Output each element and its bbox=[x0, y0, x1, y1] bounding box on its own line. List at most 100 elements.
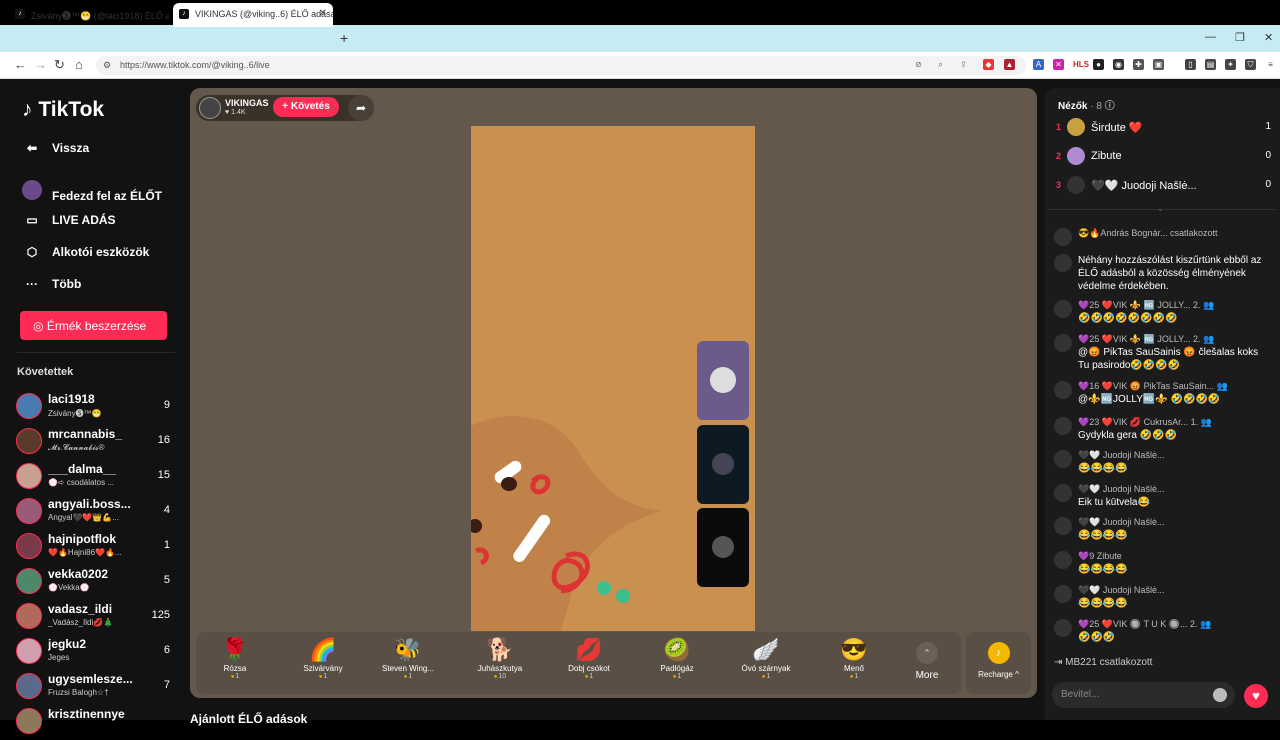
message-header[interactable]: 🖤🤍 Juodoji Našlė... bbox=[1078, 450, 1268, 461]
share-icon[interactable]: ➦ bbox=[348, 95, 374, 121]
top-viewer[interactable]: 3 🖤🤍 Juodoji Našlė... 0 bbox=[1056, 175, 1271, 197]
following-item[interactable]: hajnipotflok ❤️🔥Hajni86❤️🔥... 1 bbox=[16, 531, 176, 565]
chat-extension-icon[interactable]: ◉ bbox=[1113, 59, 1124, 70]
avatar[interactable] bbox=[1054, 300, 1072, 318]
guest-video-thumbnail[interactable] bbox=[697, 425, 749, 504]
chat-input[interactable]: Bevitel... bbox=[1052, 682, 1235, 708]
menu-icon[interactable]: ≡ bbox=[1265, 59, 1276, 70]
avatar[interactable] bbox=[1054, 254, 1072, 272]
get-coins-button[interactable]: ◎ Érmék beszerzése bbox=[20, 311, 167, 340]
message-header[interactable]: 💜9 Zibute bbox=[1078, 551, 1268, 562]
host-avatar[interactable] bbox=[199, 97, 221, 119]
close-tab-icon[interactable]: ✕ bbox=[319, 8, 327, 19]
host-name[interactable]: VIKINGAS bbox=[225, 98, 269, 108]
message-header[interactable]: 😎🔥András Bognár... csatlakozott bbox=[1078, 228, 1268, 239]
avatar[interactable] bbox=[1054, 417, 1072, 435]
tiktok-logo[interactable]: ♪ TikTok bbox=[22, 98, 104, 122]
translate-extension-icon[interactable]: A bbox=[1033, 59, 1044, 70]
avatar[interactable] bbox=[1054, 381, 1072, 399]
gift-item[interactable]: 🌹 Rózsa1 bbox=[196, 636, 274, 692]
info-icon[interactable]: ⓘ bbox=[1105, 101, 1115, 112]
gift-item[interactable]: 😎 Menő1 bbox=[815, 636, 893, 692]
following-item[interactable]: krisztinennye bbox=[16, 706, 176, 740]
avatar[interactable] bbox=[1054, 450, 1072, 468]
new-tab-icon[interactable]: + bbox=[340, 30, 348, 46]
capture-extension-icon[interactable]: ▣ bbox=[1153, 59, 1164, 70]
following-item[interactable]: vadasz_ildi _Vadász_Ildi💋🎄 125 bbox=[16, 601, 176, 635]
following-item[interactable]: jegku2 Jeges 6 bbox=[16, 636, 176, 670]
top-viewer[interactable]: 2 Zibute 0 bbox=[1056, 146, 1271, 168]
sidebar-icon[interactable]: ▯ bbox=[1185, 59, 1196, 70]
puzzle-extension-icon[interactable]: ✚ bbox=[1133, 59, 1144, 70]
translate-icon[interactable]: ⊘ bbox=[913, 59, 924, 70]
gift-item[interactable]: 💋 Dobj csókot1 bbox=[550, 636, 628, 692]
x-extension-icon[interactable]: ✕ bbox=[1053, 59, 1064, 70]
following-item[interactable]: vekka0202 💮Vekka💮 5 bbox=[16, 566, 176, 600]
gift-item[interactable]: 🪽 Óvó szárnyak1 bbox=[727, 636, 805, 692]
gift-item[interactable]: 🥝 Padlógáz1 bbox=[638, 636, 716, 692]
maximize-icon[interactable]: ❐ bbox=[1235, 31, 1245, 44]
avatar[interactable] bbox=[1054, 551, 1072, 569]
sidebar-item-creator-tools[interactable]: ⬡ Alkotói eszközök bbox=[22, 245, 150, 259]
avatar[interactable] bbox=[1054, 334, 1072, 352]
message-header[interactable]: 💜25 ❤️VIK 🔘 T U K 🔘... 2. 👥 bbox=[1078, 619, 1268, 630]
gift-item[interactable]: 🌈 Szivárvány1 bbox=[284, 636, 362, 692]
following-item[interactable]: angyali.boss... Angyal🖤❤️👑💪... 4 bbox=[16, 496, 176, 530]
share-page-icon[interactable]: ⇪ bbox=[958, 59, 969, 70]
following-item[interactable]: ___dalma__ 💮➪ csodálatos ... 15 bbox=[16, 461, 176, 495]
emoji-icon[interactable] bbox=[1213, 688, 1227, 702]
following-item[interactable]: mrcannabis_ 𝓜𝓻.𝓒𝓪𝓷𝓷𝓪𝓫𝓲𝓼® 16 bbox=[16, 426, 176, 460]
circle-extension-icon[interactable]: ● bbox=[1093, 59, 1104, 70]
guest-video-thumbnail[interactable] bbox=[697, 508, 749, 587]
sidebar-item-explore-live[interactable]: Fedezd fel az ÉLŐT bbox=[22, 180, 162, 203]
message-header[interactable]: 🖤🤍 Juodoji Našlė... bbox=[1078, 517, 1268, 528]
wallet-icon[interactable]: ▤ bbox=[1205, 59, 1216, 70]
zoom-icon[interactable]: ⌕ bbox=[935, 59, 946, 70]
shield-icon[interactable]: ⛉ bbox=[1245, 59, 1256, 70]
collections-icon[interactable]: ✦ bbox=[1225, 59, 1236, 70]
reload-icon[interactable]: ↻ bbox=[54, 57, 65, 73]
forward-icon[interactable]: → bbox=[34, 57, 47, 72]
gift-item[interactable]: 🐝 Steven Wing...1 bbox=[369, 636, 447, 692]
message-header[interactable]: 💜25 ❤️VIK ⚜️ 🆖 JOLLY... 2. 👥 bbox=[1078, 334, 1268, 345]
follow-button[interactable]: + Követés bbox=[273, 97, 339, 117]
message-header[interactable]: 💜16 ❤️VIK 😡 PikTas SauSain... 👥 bbox=[1078, 381, 1268, 392]
adblock-extension-icon[interactable]: ◆ bbox=[983, 59, 994, 70]
minimize-icon[interactable]: — bbox=[1205, 31, 1216, 43]
browser-tab-active[interactable]: ♪ VIKINGAS (@viking..6) ÉLŐ adása ✕ bbox=[173, 3, 333, 27]
heart-icon[interactable]: ♥ bbox=[1244, 684, 1268, 708]
sidebar-item-more[interactable]: ··· Több bbox=[22, 277, 81, 291]
following-item[interactable]: ugysemlesze... Fruzsi Balogh☆† 7 bbox=[16, 671, 176, 705]
avatar[interactable] bbox=[1054, 228, 1072, 246]
gift-item[interactable]: 🐕 Juhászkutya10 bbox=[461, 636, 539, 692]
guest-video-thumbnail[interactable] bbox=[697, 341, 749, 420]
url-field[interactable]: ⚙ https://www.tiktok.com/@viking..6/live bbox=[96, 56, 1026, 75]
message-header[interactable]: 💜23 ❤️VIK 💋 CukrusAr... 1. 👥 bbox=[1078, 417, 1268, 428]
avatar[interactable] bbox=[1054, 484, 1072, 502]
gift-price: 1 bbox=[550, 673, 628, 680]
avatar[interactable] bbox=[1054, 585, 1072, 603]
hls-extension-icon[interactable]: HLS bbox=[1073, 59, 1089, 70]
message-header[interactable]: 🖤🤍 Juodoji Našlė... bbox=[1078, 484, 1268, 495]
browser-tab[interactable]: ♪ Zsivány🅢™😁 (@laci1918) ÉLŐ adása bbox=[9, 3, 169, 27]
following-name: laci1918 bbox=[48, 392, 95, 406]
site-info-icon[interactable]: ⚙ bbox=[103, 60, 111, 71]
top-viewer[interactable]: 1 Širdute ❤️ 1 bbox=[1056, 117, 1271, 139]
more-gifts-button[interactable]: ⌃ More bbox=[908, 640, 946, 690]
back-link[interactable]: ⬅ Vissza bbox=[22, 141, 89, 155]
avatar[interactable] bbox=[1054, 619, 1072, 637]
home-icon[interactable]: ⌂ bbox=[75, 57, 83, 72]
message-header[interactable]: 💜25 ❤️VIK ⚜️ 🆖 JOLLY... 2. 👥 bbox=[1078, 300, 1268, 311]
message-header[interactable]: 🖤🤍 Juodoji Našlė... bbox=[1078, 585, 1268, 596]
back-icon[interactable]: ← bbox=[14, 57, 27, 72]
following-item[interactable]: laci1918 Zsivány🅢™😁 9 bbox=[16, 391, 176, 425]
triangle-extension-icon[interactable]: ▲ bbox=[1004, 59, 1015, 70]
sidebar-item-live[interactable]: ▭ LIVE ADÁS bbox=[22, 213, 115, 227]
avatar bbox=[16, 428, 42, 454]
gift-name: Juhászkutya bbox=[477, 664, 523, 673]
avatar[interactable] bbox=[1054, 517, 1072, 535]
recharge-button[interactable]: ♪ Recharge ^ bbox=[966, 632, 1031, 694]
chevron-down-icon[interactable]: ⌄ bbox=[1157, 204, 1164, 213]
close-window-icon[interactable]: ✕ bbox=[1264, 31, 1273, 44]
viewers-header[interactable]: Nézők · 8 ⓘ bbox=[1058, 97, 1115, 112]
